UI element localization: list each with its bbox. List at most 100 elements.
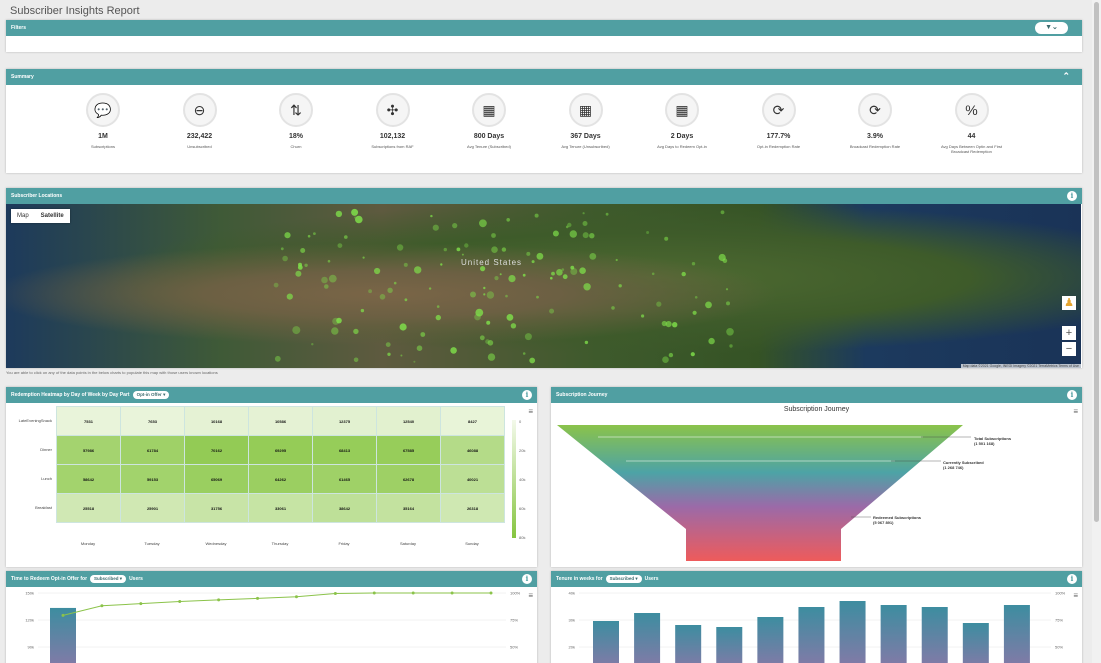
location-point[interactable] xyxy=(336,317,342,324)
location-point[interactable] xyxy=(718,253,726,262)
info-icon[interactable]: i xyxy=(522,574,532,584)
location-point[interactable] xyxy=(483,286,486,290)
location-point[interactable] xyxy=(549,308,555,314)
location-point[interactable] xyxy=(414,266,422,274)
location-point[interactable] xyxy=(725,288,729,291)
location-point[interactable] xyxy=(487,353,496,361)
heatmap-cell[interactable]: 65069 xyxy=(184,464,249,494)
location-point[interactable] xyxy=(353,328,359,335)
info-icon[interactable]: i xyxy=(1067,574,1077,584)
location-point[interactable] xyxy=(494,276,499,281)
bar[interactable] xyxy=(839,601,866,663)
location-point[interactable] xyxy=(605,212,609,216)
location-point[interactable] xyxy=(589,233,595,239)
location-point[interactable] xyxy=(720,210,725,215)
location-point[interactable] xyxy=(526,251,531,256)
heatmap-cell[interactable]: 40021 xyxy=(440,464,505,494)
zoom-in-button[interactable]: + xyxy=(1062,326,1076,340)
info-icon[interactable]: i xyxy=(522,390,532,400)
location-point[interactable] xyxy=(584,340,589,345)
location-point[interactable] xyxy=(501,247,507,252)
heatmap-cell[interactable]: 61784 xyxy=(120,435,185,465)
chart-menu-icon[interactable]: ≡ xyxy=(528,407,533,416)
location-point[interactable] xyxy=(531,260,535,264)
location-point[interactable] xyxy=(522,352,526,355)
line-point[interactable] xyxy=(256,596,260,600)
heatmap-cell[interactable]: 61465 xyxy=(312,464,377,494)
location-point[interactable] xyxy=(589,253,597,260)
location-point[interactable] xyxy=(726,328,734,336)
line-point[interactable] xyxy=(489,591,493,595)
bar[interactable] xyxy=(593,621,619,663)
page-scrollbar[interactable] xyxy=(1092,0,1101,663)
location-point[interactable] xyxy=(286,293,293,300)
location-point[interactable] xyxy=(362,256,365,259)
location-point[interactable] xyxy=(651,272,655,276)
location-point[interactable] xyxy=(479,219,487,228)
location-point[interactable] xyxy=(692,310,697,315)
funnel-shape[interactable] xyxy=(557,425,963,561)
location-point[interactable] xyxy=(694,296,698,299)
location-point[interactable] xyxy=(313,232,316,235)
location-point[interactable] xyxy=(400,354,403,357)
location-point[interactable] xyxy=(552,230,559,237)
location-point[interactable] xyxy=(561,268,565,271)
location-point[interactable] xyxy=(579,267,586,274)
location-point[interactable] xyxy=(385,342,391,347)
offer-type-dropdown[interactable]: Opt-in Offer ▾ xyxy=(132,391,170,399)
location-point[interactable] xyxy=(335,210,343,218)
chevron-up-icon[interactable]: ⌃ xyxy=(1062,71,1070,82)
location-point[interactable] xyxy=(506,218,511,222)
location-point[interactable] xyxy=(646,231,650,234)
location-point[interactable] xyxy=(583,283,591,291)
location-point[interactable] xyxy=(508,275,516,283)
heatmap-cell[interactable]: 68413 xyxy=(312,435,377,465)
location-point[interactable] xyxy=(295,270,302,277)
location-point[interactable] xyxy=(416,345,423,351)
subscriber-status-dropdown[interactable]: Subscribed ▾ xyxy=(90,575,127,583)
location-point[interactable] xyxy=(726,301,730,306)
heatmap-cell[interactable]: 12375 xyxy=(312,406,377,436)
location-point[interactable] xyxy=(396,244,404,251)
heatmap-cell[interactable]: 25901 xyxy=(120,493,185,523)
heatmap-cell[interactable]: 10586 xyxy=(248,406,313,436)
location-point[interactable] xyxy=(404,298,408,302)
location-point[interactable] xyxy=(464,243,469,248)
location-point[interactable] xyxy=(486,291,495,299)
location-point[interactable] xyxy=(354,216,357,219)
location-point[interactable] xyxy=(436,305,440,308)
location-point[interactable] xyxy=(562,274,568,280)
location-point[interactable] xyxy=(486,320,491,325)
location-point[interactable] xyxy=(672,322,678,328)
location-point[interactable] xyxy=(393,281,397,285)
heatmap-cell[interactable]: 59153 xyxy=(120,464,185,494)
location-point[interactable] xyxy=(656,301,662,307)
location-point[interactable] xyxy=(379,294,386,300)
bar[interactable] xyxy=(675,625,702,663)
heatmap-cell[interactable]: 25518 xyxy=(56,493,121,523)
location-point[interactable] xyxy=(374,267,381,275)
filter-toggle-button[interactable]: ▼⌄ xyxy=(1035,22,1068,34)
location-point[interactable] xyxy=(522,273,526,277)
scrollbar-thumb[interactable] xyxy=(1094,2,1099,522)
location-point[interactable] xyxy=(705,301,712,309)
heatmap-cell[interactable]: 33061 xyxy=(248,493,313,523)
line-point[interactable] xyxy=(217,598,221,602)
location-point[interactable] xyxy=(321,276,328,284)
heatmap-cell[interactable]: 31756 xyxy=(184,493,249,523)
location-point[interactable] xyxy=(668,352,674,358)
location-point[interactable] xyxy=(506,314,514,321)
location-point[interactable] xyxy=(450,347,457,354)
location-point[interactable] xyxy=(615,258,618,262)
heatmap-cell[interactable]: 10168 xyxy=(184,406,249,436)
location-point[interactable] xyxy=(298,262,302,267)
heatmap-cell[interactable]: 7531 xyxy=(56,406,121,436)
location-point[interactable] xyxy=(662,356,669,363)
location-point[interactable] xyxy=(328,274,337,283)
map-tab[interactable]: Map xyxy=(11,209,35,223)
location-point[interactable] xyxy=(551,271,555,276)
location-point[interactable] xyxy=(569,230,577,238)
location-point[interactable] xyxy=(413,360,416,363)
location-point[interactable] xyxy=(304,263,308,267)
heatmap-cell[interactable]: 62678 xyxy=(376,464,441,494)
